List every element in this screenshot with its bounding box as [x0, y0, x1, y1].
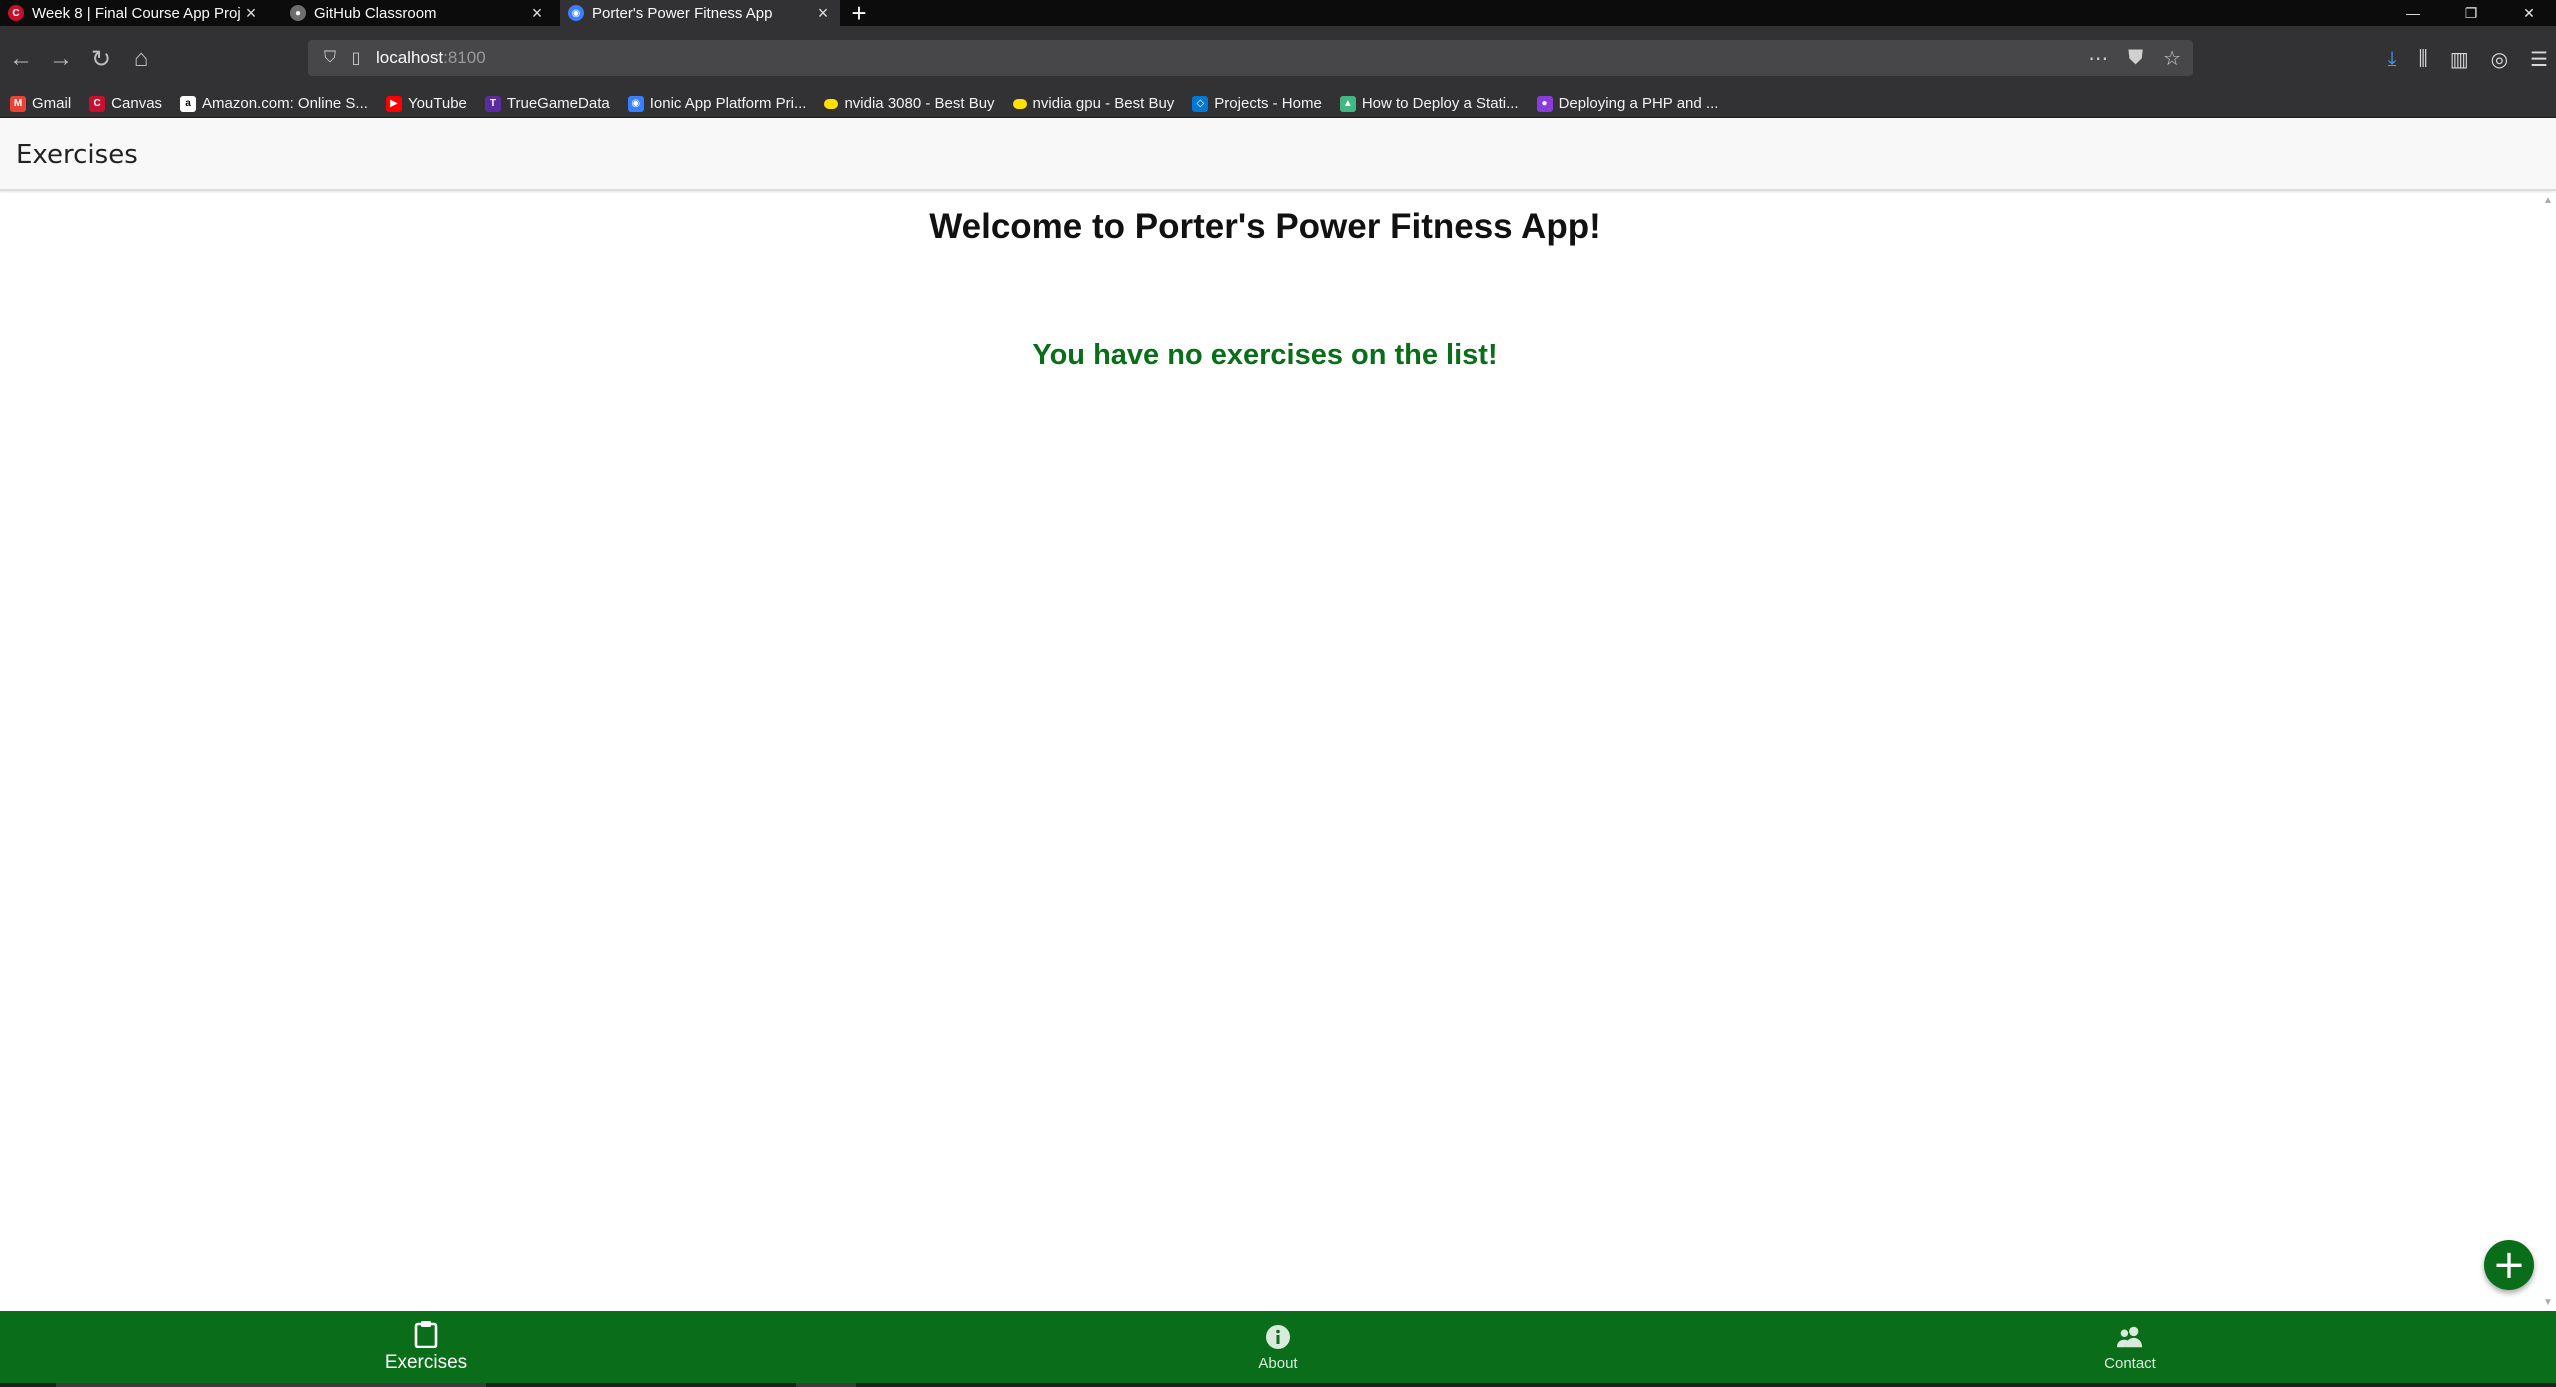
tab-about[interactable]: About: [852, 1311, 1704, 1383]
back-button[interactable]: ←: [4, 42, 38, 76]
close-tab-icon[interactable]: ×: [812, 2, 834, 24]
browser-tab-github-classroom[interactable]: ● GitHub Classroom ×: [282, 0, 554, 26]
bookmark-item[interactable]: ▲ How to Deploy a Stati...: [1339, 95, 1519, 112]
bookmark-label: Gmail: [32, 95, 72, 112]
bookmark-label: YouTube: [407, 95, 467, 112]
canvas-icon: C: [89, 95, 106, 112]
bookmark-item[interactable]: ◉ Ionic App Platform Pri...: [627, 95, 807, 112]
bestbuy-icon: [1012, 98, 1027, 109]
bestbuy-icon: [824, 98, 839, 109]
content-scrollbar[interactable]: ▲ ▼: [2540, 193, 2556, 1311]
vue-icon: ▲: [1339, 95, 1356, 112]
downloads-icon[interactable]: ⤓: [2388, 48, 2397, 71]
close-tab-icon[interactable]: ×: [526, 2, 548, 24]
azure-devops-icon: ◇: [1192, 95, 1209, 112]
empty-list-message: You have no exercises on the list!: [1032, 339, 1498, 371]
bottom-tab-bar: Exercises About Contact: [0, 1311, 2556, 1383]
bookmark-label: nvidia gpu - Best Buy: [1032, 95, 1175, 112]
bookmark-item[interactable]: nvidia 3080 - Best Buy: [824, 95, 995, 112]
ionic-icon: ◉: [627, 95, 644, 112]
page-title: Exercises: [16, 140, 138, 170]
bookmark-label: Ionic App Platform Pri...: [649, 95, 807, 112]
bookmark-label: TrueGameData: [506, 95, 610, 112]
tab-contact[interactable]: Contact: [1704, 1311, 2556, 1383]
amazon-icon: a: [180, 95, 197, 112]
browser-tab-porters-fitness[interactable]: ◉ Porter's Power Fitness App ×: [560, 0, 840, 26]
minimize-window-button[interactable]: —: [2388, 0, 2438, 26]
address-bar-actions: ⋯ ⛊ ☆: [2088, 40, 2181, 76]
toolbar-icons: ⤓ ⫼ ▥ ◎ ☰: [2388, 42, 2548, 76]
bottom-edge-strip: [0, 1383, 2556, 1387]
browser-navigation-bar: ← → ↻ ⌂ ⛉ ▯ localhost:8100 ⋯ ⛊ ☆ ⤓ ⫼ ▥ ◎…: [0, 26, 2556, 90]
truegamedata-icon: T: [484, 95, 501, 112]
bookmark-label: Deploying a PHP and ...: [1558, 95, 1719, 112]
bookmark-label: How to Deploy a Stati...: [1361, 95, 1519, 112]
page-actions-menu-icon[interactable]: ⋯: [2088, 46, 2108, 71]
account-icon[interactable]: ◎: [2491, 47, 2508, 72]
clipboard-icon: [412, 1320, 440, 1348]
library-icon[interactable]: ⫼: [2419, 48, 2428, 71]
information-circle-icon: [1264, 1323, 1292, 1351]
bookmark-item[interactable]: T TrueGameData: [484, 95, 610, 112]
canvas-favicon-icon: C: [8, 5, 24, 21]
restore-window-button[interactable]: ❐: [2446, 0, 2496, 26]
gmail-icon: M: [10, 95, 26, 112]
sidebar-toggle-icon[interactable]: ▥: [2450, 47, 2469, 72]
people-icon: [2116, 1323, 2144, 1351]
bookmark-item[interactable]: ▶ YouTube: [385, 95, 467, 112]
new-tab-button[interactable]: +: [846, 0, 872, 28]
bookmark-label: Amazon.com: Online S...: [202, 95, 368, 112]
bookmark-item[interactable]: ● Deploying a PHP and ...: [1536, 95, 1719, 112]
browser-tab-title: GitHub Classroom: [314, 4, 437, 22]
tab-label: Exercises: [384, 1352, 468, 1373]
browser-tab-week8[interactable]: C Week 8 | Final Course App Proj ×: [0, 0, 268, 26]
bookmark-label: nvidia 3080 - Best Buy: [844, 95, 995, 112]
address-bar[interactable]: ⛉ ▯ localhost:8100 ⋯ ⛊ ☆: [308, 40, 2193, 76]
url-host: localhost: [376, 48, 444, 67]
close-tab-icon[interactable]: ×: [240, 2, 262, 24]
add-exercise-button[interactable]: +: [2484, 1240, 2534, 1290]
tab-label: About: [1258, 1354, 1298, 1372]
close-window-button[interactable]: ✕: [2504, 0, 2554, 26]
url-port: :8100: [443, 48, 486, 67]
bookmark-label: Canvas: [111, 95, 163, 112]
strip-segment: [796, 1383, 856, 1387]
tracking-protection-shield-icon[interactable]: ⛉: [320, 48, 340, 68]
reload-button[interactable]: ↻: [84, 42, 118, 76]
bookmark-label: Projects - Home: [1214, 95, 1322, 112]
tab-label: Contact: [2104, 1354, 2156, 1372]
strip-segment: [56, 1383, 486, 1387]
home-button[interactable]: ⌂: [124, 42, 158, 76]
browser-tab-title: Week 8 | Final Course App Proj: [32, 4, 241, 22]
browser-tab-title: Porter's Power Fitness App: [592, 4, 773, 22]
bookmark-item[interactable]: C Canvas: [89, 95, 162, 112]
app-header: Exercises: [0, 118, 2556, 191]
exercise-list-content: Welcome to Porter's Power Fitness App! Y…: [0, 193, 2540, 1311]
pocket-icon[interactable]: ⛊: [2128, 47, 2143, 70]
scroll-up-arrow-icon[interactable]: ▲: [2542, 195, 2554, 207]
ionic-favicon-icon: ◉: [568, 5, 584, 21]
github-favicon-icon: ●: [290, 5, 306, 21]
bookmark-item[interactable]: M Gmail: [10, 95, 71, 112]
bookmark-item[interactable]: nvidia gpu - Best Buy: [1012, 95, 1175, 112]
bookmark-item[interactable]: a Amazon.com: Online S...: [180, 95, 368, 112]
hamburger-menu-icon[interactable]: ☰: [2530, 47, 2548, 72]
bookmark-star-icon[interactable]: ☆: [2163, 46, 2181, 71]
php-deploy-icon: ●: [1536, 95, 1553, 112]
tab-exercises[interactable]: Exercises: [0, 1311, 852, 1383]
browser-tab-strip: C Week 8 | Final Course App Proj × ● Git…: [0, 0, 2556, 28]
bookmark-item[interactable]: ◇ Projects - Home: [1192, 95, 1322, 112]
bookmarks-toolbar: M Gmail C Canvas a Amazon.com: Online S... ▶ Yo…: [0, 90, 2556, 118]
scroll-down-arrow-icon[interactable]: ▼: [2542, 1297, 2554, 1309]
page-info-icon[interactable]: ▯: [346, 48, 366, 68]
forward-button[interactable]: →: [44, 42, 78, 76]
youtube-icon: ▶: [385, 95, 402, 112]
welcome-heading: Welcome to Porter's Power Fitness App!: [929, 207, 1601, 246]
